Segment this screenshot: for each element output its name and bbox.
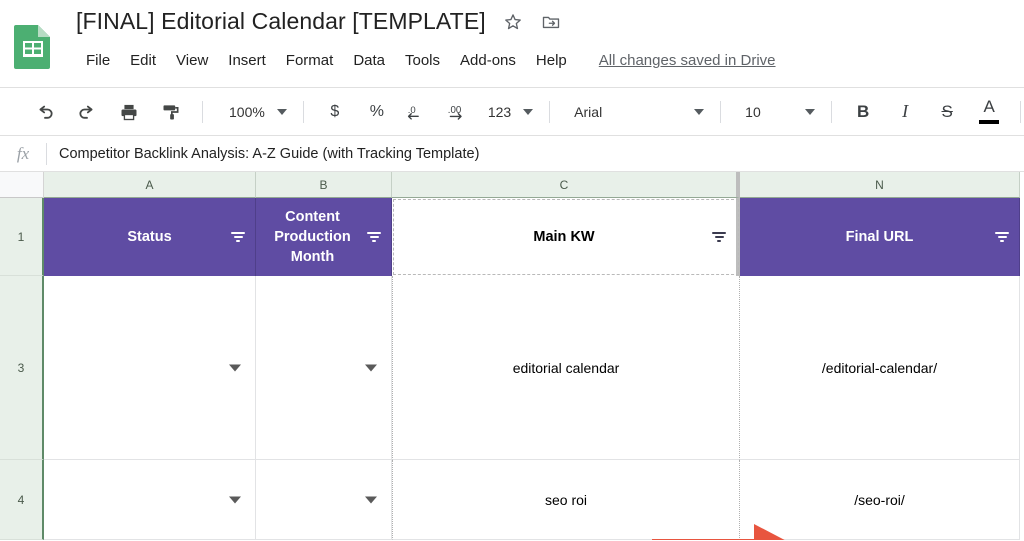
strikethrough-button[interactable]: S (932, 97, 962, 127)
column-header-c[interactable]: C (392, 172, 740, 198)
chevron-down-icon[interactable] (365, 364, 377, 371)
column-header-n[interactable]: N (740, 172, 1020, 198)
column-header-b[interactable]: B (256, 172, 392, 198)
cell-value: editorial calendar (512, 359, 620, 376)
cell-a3[interactable] (44, 276, 256, 460)
chevron-down-icon[interactable] (365, 496, 377, 503)
print-icon[interactable] (114, 97, 144, 127)
row-header-1[interactable]: 1 (0, 198, 44, 276)
menu-item-edit[interactable]: Edit (120, 50, 166, 71)
text-color-button[interactable]: A (974, 97, 1004, 127)
chevron-down-icon (523, 108, 534, 115)
header-cell-label: Final URL (845, 229, 914, 245)
italic-button[interactable]: I (890, 97, 920, 127)
table-row: Status Content Production Month Main KW … (44, 198, 1024, 276)
menu-item-view[interactable]: View (166, 50, 218, 71)
filter-icon[interactable] (994, 230, 1010, 244)
zoom-selector[interactable]: 100% (223, 97, 293, 127)
header-cell-label: Status (127, 229, 172, 245)
page-title[interactable]: [FINAL] Editorial Calendar [TEMPLATE] (76, 8, 486, 35)
header-cell-final-url[interactable]: Final URL (740, 198, 1020, 276)
font-size-selector[interactable]: 10 (739, 97, 821, 127)
cell-b3[interactable] (256, 276, 392, 460)
header-cell-label: Content Production Month (274, 209, 351, 265)
toolbar-divider (302, 100, 304, 123)
filter-icon[interactable] (230, 230, 246, 244)
chevron-down-icon (276, 108, 287, 115)
column-header-row: A B C N (0, 172, 1024, 198)
toolbar-divider (1020, 100, 1022, 123)
text-color-label: A (983, 96, 995, 116)
title-row: [FINAL] Editorial Calendar [TEMPLATE] (76, 8, 562, 35)
toolbar-divider (720, 100, 722, 123)
row-header-4[interactable]: 4 (0, 460, 44, 540)
menu-item-tools[interactable]: Tools (395, 50, 450, 71)
header-cell-status[interactable]: Status (44, 198, 256, 276)
table-row: editorial calendar /editorial-calendar/ (44, 276, 1024, 460)
text-color-swatch (979, 119, 1000, 124)
undo-icon[interactable] (30, 97, 60, 127)
cell-area: Status Content Production Month Main KW … (44, 198, 1024, 540)
zoom-value: 100% (229, 103, 265, 120)
cell-value: /editorial-calendar/ (821, 359, 938, 376)
currency-format-button[interactable]: $ (320, 97, 350, 127)
chevron-down-icon[interactable] (229, 364, 241, 371)
row-header-column: 1 3 4 (0, 198, 44, 540)
formula-bar: fx Competitor Backlink Analysis: A-Z Gui… (0, 136, 1024, 172)
decrease-decimal-button[interactable]: .0 (404, 97, 434, 127)
redo-icon[interactable] (72, 97, 102, 127)
formula-input[interactable]: Competitor Backlink Analysis: A-Z Guide … (47, 146, 1024, 162)
row-header-3[interactable]: 3 (0, 276, 44, 460)
column-header-a[interactable]: A (44, 172, 256, 198)
increase-decimal-button[interactable]: .00 (446, 97, 476, 127)
font-family-value: Arial (574, 103, 603, 120)
chevron-down-icon (694, 108, 705, 115)
toolbar-divider (831, 100, 833, 123)
menu-bar: File Edit View Insert Format Data Tools … (76, 50, 776, 71)
number-format-label: 123 (487, 103, 512, 120)
menu-item-data[interactable]: Data (343, 50, 395, 71)
cell-a4[interactable] (44, 460, 256, 540)
menu-item-help[interactable]: Help (526, 50, 577, 71)
menu-item-format[interactable]: Format (276, 50, 344, 71)
svg-text:.0: .0 (408, 104, 416, 115)
percent-format-button[interactable]: % (362, 97, 392, 127)
toolbar-divider (549, 100, 551, 123)
toolbar: 100% $ % .0 .00 123 Arial 10 B I S A (0, 88, 1024, 136)
header-cell-content-production-month[interactable]: Content Production Month (256, 198, 392, 276)
table-row: seo roi /seo-roi/ (44, 460, 1024, 540)
spreadsheet-grid: A B C N 1 3 4 Status Content Production … (0, 172, 1024, 540)
cell-c3[interactable]: editorial calendar (392, 276, 740, 460)
menu-item-file[interactable]: File (76, 50, 120, 71)
menu-item-insert[interactable]: Insert (218, 50, 276, 71)
select-all-corner[interactable] (0, 172, 44, 198)
header-cell-main-kw[interactable]: Main KW (392, 198, 740, 276)
cell-value: seo roi (544, 491, 588, 508)
fx-icon: fx (16, 143, 30, 163)
save-status-label[interactable]: All changes saved in Drive (599, 52, 776, 69)
chevron-down-icon (805, 108, 816, 115)
docs-header-bar: [FINAL] Editorial Calendar [TEMPLATE] Fi… (0, 0, 1024, 88)
toolbar-divider (202, 100, 203, 123)
font-size-value: 10 (745, 103, 761, 120)
star-outline-icon[interactable] (502, 11, 524, 33)
bold-button[interactable]: B (848, 97, 878, 127)
filter-icon[interactable] (711, 230, 727, 244)
move-to-folder-icon[interactable] (540, 11, 562, 33)
filter-icon[interactable] (366, 230, 382, 244)
number-format-selector[interactable]: 123 (482, 97, 539, 127)
chevron-down-icon[interactable] (229, 496, 241, 503)
cell-n3[interactable]: /editorial-calendar/ (740, 276, 1020, 460)
cell-n4[interactable]: /seo-roi/ (740, 460, 1020, 540)
menu-item-add-ons[interactable]: Add-ons (450, 50, 526, 71)
cell-value: /seo-roi/ (854, 491, 905, 508)
google-sheets-icon[interactable] (12, 23, 54, 71)
cell-b4[interactable] (256, 460, 392, 540)
cell-c4[interactable]: seo roi (392, 460, 740, 540)
header-cell-label: Main KW (533, 229, 595, 245)
font-family-selector[interactable]: Arial (568, 97, 710, 127)
paint-format-icon[interactable] (156, 97, 186, 127)
